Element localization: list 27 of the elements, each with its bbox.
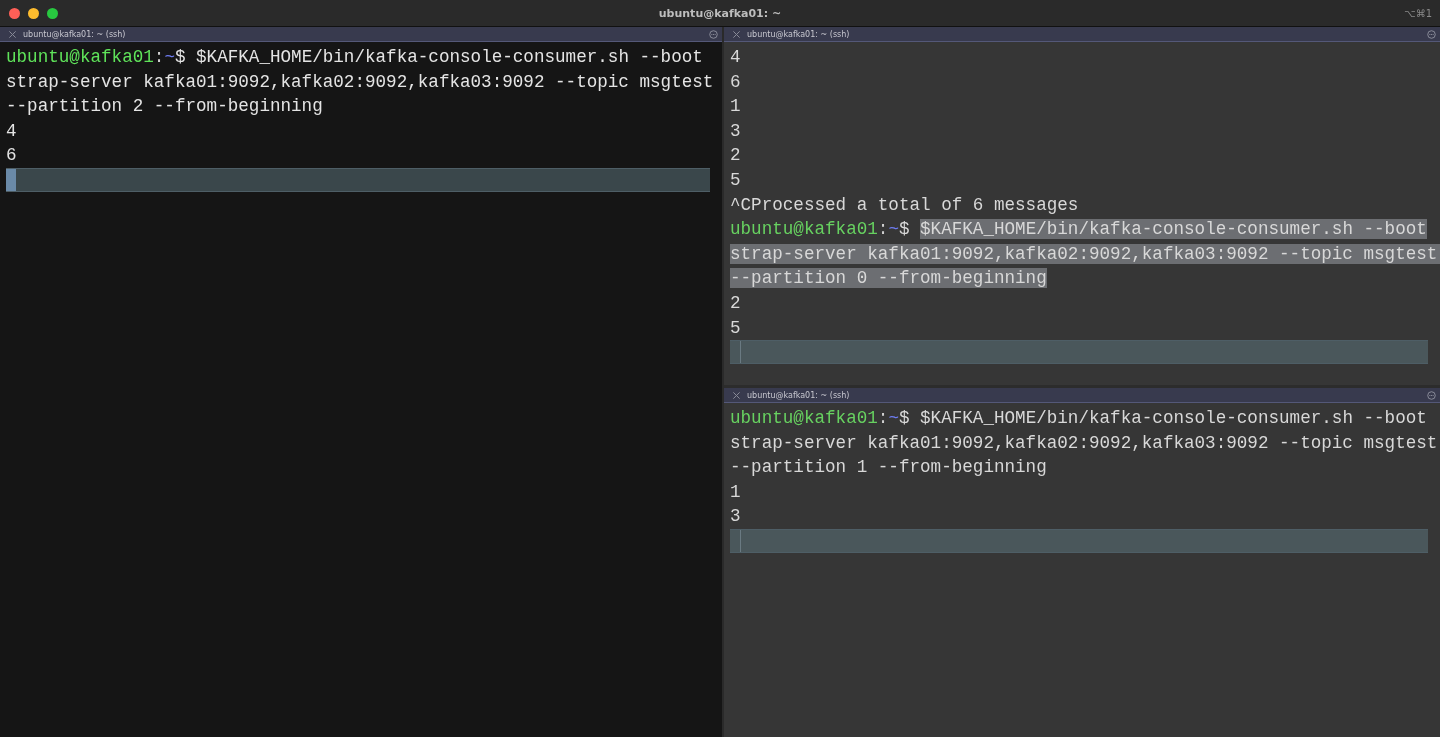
tab-title: ubuntu@kafka01: ~ (ssh) xyxy=(747,29,850,39)
output-line: 3 xyxy=(730,119,742,143)
tab-title: ubuntu@kafka01: ~ (ssh) xyxy=(747,390,850,400)
output-line: 2 xyxy=(730,144,742,168)
command-line: ubuntu@kafka01:~$ $KAFKA_HOME/bin/kafka-console-consumer.sh --bootstrap-server kafka01:9092,kafka02:9092,kafka03:9092 --topic msgtest --partition 1 --from-beginning xyxy=(730,407,1438,480)
output-line: 3 xyxy=(730,505,742,529)
output-line: 6 xyxy=(730,70,742,94)
output-line: 5 xyxy=(730,168,742,192)
output-line: 1 xyxy=(730,480,742,504)
minimize-icon[interactable] xyxy=(28,7,39,19)
output-line: 4 xyxy=(6,119,18,143)
maximize-icon[interactable] xyxy=(47,7,58,19)
output-line: 5 xyxy=(730,316,742,340)
command-line: ubuntu@kafka01:~$ $KAFKA_HOME/bin/kafka-console-consumer.sh --bootstrap-server kafka01:9092,kafka02:9092,kafka03:9092 --topic msgtest --partition 2 --from-beginning xyxy=(6,46,714,119)
output-line: 6 xyxy=(6,144,18,168)
close-icon[interactable] xyxy=(9,7,20,19)
output-line: ^CProcessed a total of 6 messages xyxy=(730,193,1080,217)
tab-title: ubuntu@kafka01: ~ (ssh) xyxy=(23,29,126,39)
pane-tab[interactable]: ubuntu@kafka01: ~ (ssh) xyxy=(0,27,722,42)
output-line: 4 xyxy=(730,46,742,69)
shortcut-label: ⌥⌘1 xyxy=(1404,7,1433,19)
output-line: 1 xyxy=(730,95,742,119)
window-title: ubuntu@kafka01: ~ xyxy=(658,6,782,20)
close-icon[interactable] xyxy=(8,29,17,39)
cursor xyxy=(6,168,16,191)
more-icon[interactable] xyxy=(709,29,718,39)
output-line: 2 xyxy=(730,291,742,315)
